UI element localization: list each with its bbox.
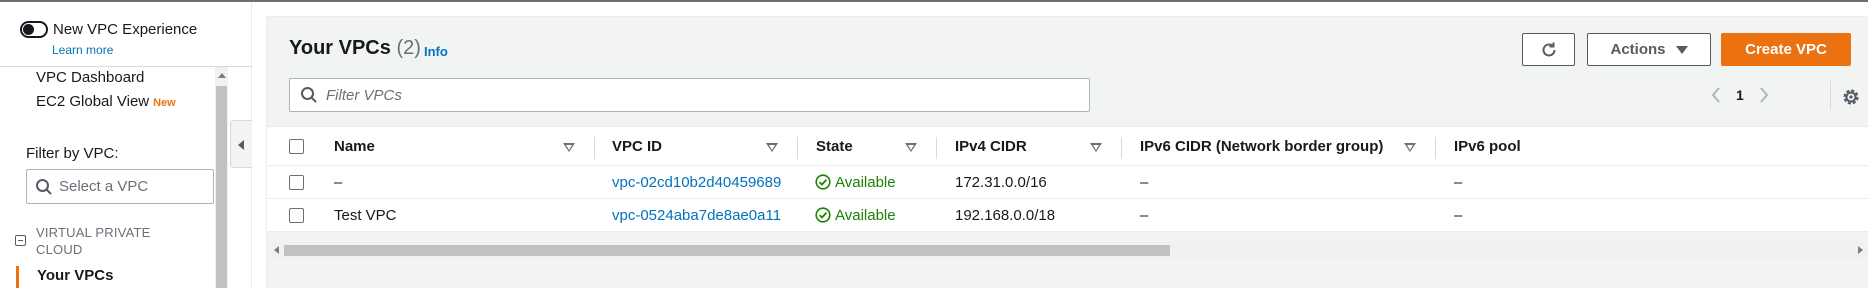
column-header-vpc-id[interactable]: VPC ID: [612, 127, 662, 165]
create-vpc-button[interactable]: Create VPC: [1721, 33, 1851, 66]
sort-icon[interactable]: [1090, 143, 1102, 152]
caret-down-icon: [1675, 45, 1688, 54]
pagination: 1: [1710, 79, 1770, 111]
column-header-ipv6-cidr[interactable]: IPv6 CIDR (Network border group): [1140, 127, 1383, 165]
cell-state: Available: [815, 166, 896, 198]
vpc-filter-select[interactable]: Select a VPC: [26, 169, 214, 204]
column-divider[interactable]: [594, 137, 595, 159]
cell-ipv6-cidr: –: [1140, 206, 1149, 224]
gear-icon[interactable]: [1841, 87, 1861, 107]
select-all-cell: [289, 127, 304, 165]
table-row[interactable]: – vpc-02cd10b2d40459689 Available 172.31…: [267, 166, 1868, 199]
column-header-state[interactable]: State: [816, 127, 853, 165]
active-indicator: [16, 266, 19, 288]
sort-icon[interactable]: [766, 143, 778, 152]
section-title: VIRTUAL PRIVATE CLOUD: [36, 225, 151, 257]
collapse-section-icon[interactable]: [15, 235, 26, 246]
cell-state: Available: [815, 199, 896, 231]
cell-name: Test VPC: [334, 206, 397, 224]
actions-dropdown-button[interactable]: Actions: [1587, 33, 1711, 66]
collapse-sidebar-button[interactable]: [230, 120, 252, 168]
toggle-switch[interactable]: [20, 21, 48, 38]
cell-vpc-id-link[interactable]: vpc-02cd10b2d40459689: [612, 166, 781, 198]
sidebar-item-vpc-dashboard[interactable]: VPC Dashboard: [36, 69, 144, 86]
sidebar-item-label: VPC Dashboard: [36, 69, 145, 86]
sort-icon[interactable]: [1404, 143, 1416, 152]
cell-ipv4-cidr: 172.31.0.0/16: [955, 173, 1047, 191]
select-all-checkbox[interactable]: [289, 138, 304, 154]
table-header: Name VPC ID State IPv4 CIDR IPv6 CIDR (N…: [267, 126, 1868, 166]
row-select-cell: [289, 166, 304, 198]
info-link[interactable]: Info: [424, 44, 448, 59]
filter-vpcs-input[interactable]: Filter VPCs: [289, 78, 1090, 112]
cell-vpc-id-link[interactable]: vpc-0524aba7de8ae0a11: [612, 199, 781, 231]
scroll-left-icon[interactable]: [274, 246, 279, 254]
chevron-right-icon[interactable]: [1758, 86, 1770, 104]
cell-ipv6-pool: –: [1454, 206, 1463, 224]
cell-ipv6-pool: –: [1454, 173, 1463, 191]
column-divider[interactable]: [936, 137, 937, 159]
cell-ipv6-cidr: –: [1140, 173, 1149, 191]
chevron-left-icon[interactable]: [1710, 86, 1722, 104]
new-badge: New: [153, 97, 176, 109]
refresh-icon: [1542, 42, 1555, 56]
cell-name: –: [334, 173, 343, 191]
page-title: Your VPCs (2): [289, 37, 421, 60]
main-content: Your VPCs (2) Info Actions Create VPC Fi…: [266, 16, 1868, 288]
learn-more-link[interactable]: Learn more: [52, 43, 113, 57]
scroll-right-icon[interactable]: [1858, 246, 1863, 254]
sidebar-scrollbar-thumb[interactable]: [216, 86, 227, 288]
check-circle-icon: [815, 207, 831, 223]
search-icon: [301, 87, 317, 103]
column-header-ipv6-pool[interactable]: IPv6 pool: [1454, 127, 1521, 165]
sidebar-item-your-vpcs[interactable]: Your VPCs: [37, 267, 113, 284]
search-icon: [36, 178, 52, 195]
top-border: [0, 0, 1868, 2]
sidebar: New VPC Experience Learn more VPC Dashbo…: [0, 2, 252, 288]
create-vpc-label: Create VPC: [1745, 41, 1827, 58]
page-title-text: Your VPCs: [289, 37, 391, 59]
pagination-divider: [1830, 81, 1831, 109]
sidebar-item-ec2-global-view[interactable]: EC2 Global View New: [36, 93, 176, 110]
horizontal-scrollbar[interactable]: [267, 242, 1868, 259]
vpc-filter-placeholder: Select a VPC: [59, 178, 149, 195]
refresh-button[interactable]: [1522, 33, 1575, 66]
horizontal-scrollbar-thumb[interactable]: [284, 245, 1170, 256]
scroll-up-icon[interactable]: [218, 73, 226, 78]
sort-icon[interactable]: [905, 143, 917, 152]
column-header-ipv4-cidr[interactable]: IPv4 CIDR: [955, 127, 1027, 165]
row-checkbox[interactable]: [289, 174, 304, 190]
check-circle-icon: [815, 174, 831, 190]
filter-by-vpc-label: Filter by VPC:: [26, 145, 119, 162]
column-header-name[interactable]: Name: [334, 127, 375, 165]
sidebar-item-label: EC2 Global View: [36, 93, 150, 110]
cell-ipv4-cidr: 192.168.0.0/18: [955, 206, 1056, 224]
state-label: Available: [835, 173, 896, 191]
column-divider[interactable]: [1435, 137, 1436, 159]
vpc-count: (2): [396, 37, 421, 59]
sort-icon[interactable]: [563, 143, 575, 152]
column-divider[interactable]: [797, 137, 798, 159]
row-checkbox[interactable]: [289, 207, 304, 223]
actions-label: Actions: [1610, 41, 1666, 58]
toggle-label: New VPC Experience: [53, 21, 198, 38]
toggle-knob: [23, 24, 34, 35]
state-label: Available: [835, 206, 896, 224]
new-vpc-experience-toggle-row[interactable]: New VPC Experience: [20, 21, 197, 38]
row-select-cell: [289, 199, 304, 231]
column-divider[interactable]: [1121, 137, 1122, 159]
chevron-left-icon: [238, 140, 244, 150]
current-page[interactable]: 1: [1736, 87, 1744, 103]
filter-vpcs-placeholder: Filter VPCs: [326, 86, 402, 104]
table-row[interactable]: Test VPC vpc-0524aba7de8ae0a11 Available…: [267, 199, 1868, 232]
